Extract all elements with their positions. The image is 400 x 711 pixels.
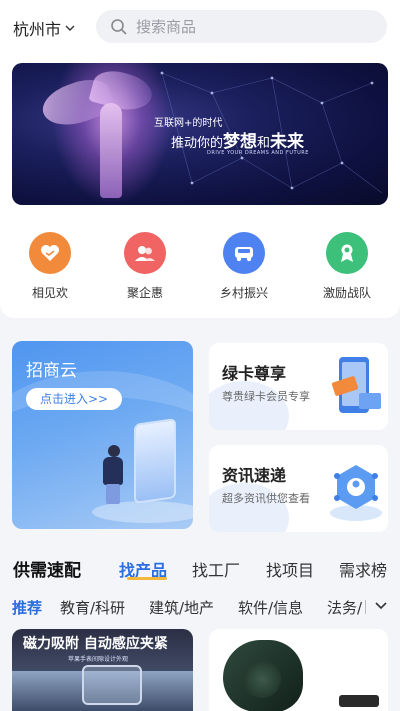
- quick-link-label: 乡村振兴: [219, 286, 268, 300]
- dryer-face: [243, 660, 281, 698]
- card-title: 绿卡尊享: [222, 364, 287, 383]
- people-icon: [124, 232, 166, 274]
- chevron-down-icon: [65, 25, 75, 31]
- person-body: [103, 457, 123, 485]
- active-tab-indicator: [127, 577, 167, 580]
- quick-link-juqihui[interactable]: 聚企惠: [105, 232, 185, 301]
- search-icon: [111, 18, 127, 35]
- banner-line3: DRIVE YOUR DREAMS AND FUTURE: [207, 150, 309, 156]
- category-software[interactable]: 软件/信息: [238, 597, 303, 618]
- hair-dryer-image: [223, 640, 303, 711]
- device-illustration: [82, 665, 142, 705]
- card-subtitle: 超多资讯供您查看: [222, 492, 310, 505]
- tab-demand-ranking[interactable]: 需求榜: [339, 557, 387, 581]
- banner[interactable]: 互联网+的时代 推动你的梦想和未来 DRIVE YOUR DREAMS AND …: [12, 63, 388, 205]
- heart-handshake-icon: [29, 232, 71, 274]
- header: 杭州市: [0, 8, 400, 44]
- tab-factories[interactable]: 找工厂: [192, 557, 240, 581]
- banner-line2-mid: 和: [257, 136, 271, 151]
- tab-projects[interactable]: 找项目: [266, 557, 314, 581]
- search-bar[interactable]: [96, 10, 387, 43]
- quick-link-jilizhandui[interactable]: 激励战队: [307, 232, 387, 301]
- zhaoshangyun-card[interactable]: 招商云 点击进入>>: [12, 341, 193, 529]
- card-title: 资讯速递: [222, 466, 287, 485]
- platform-decoration: [92, 501, 193, 523]
- product-subtitle: 苹果手表间隙设计外观: [68, 656, 129, 663]
- product-title: 磁力吸附 自动感应夹紧: [23, 636, 168, 652]
- card-title: 招商云: [26, 361, 77, 381]
- product-card[interactable]: [209, 629, 388, 711]
- product-card[interactable]: 磁力吸附 自动感应夹紧 苹果手表间隙设计外观: [12, 629, 193, 711]
- news-card[interactable]: 资讯速递 超多资讯供您查看: [209, 445, 388, 532]
- category-recommended[interactable]: 推荐: [12, 597, 42, 618]
- category-education[interactable]: 教育/科研: [60, 597, 125, 618]
- banner-line2-prefix: 推动你的: [171, 136, 224, 151]
- divider: [365, 600, 366, 614]
- phone-illustration: [134, 418, 176, 504]
- medal-icon: [326, 232, 368, 274]
- banner-line2-bold1: 梦想: [223, 132, 258, 152]
- banner-line2: 推动你的梦想和未来: [171, 127, 304, 152]
- quick-link-label: 相见欢: [31, 286, 68, 300]
- angel-figure: [100, 103, 122, 198]
- banner-line2-bold2: 未来: [270, 132, 305, 152]
- network-hub-icon: [330, 465, 382, 521]
- category-construction[interactable]: 建筑/地产: [149, 597, 214, 618]
- quick-link-label: 聚企惠: [126, 286, 163, 300]
- enter-button[interactable]: 点击进入>>: [26, 388, 122, 410]
- city-label: 杭州市: [13, 20, 62, 39]
- truck-icon: [223, 232, 265, 274]
- person-legs: [106, 484, 120, 504]
- green-card-card[interactable]: 绿卡尊享 尊贵绿卡会员专享: [209, 343, 388, 430]
- card-subtitle: 尊贵绿卡会员专享: [222, 390, 310, 403]
- phone-card-icon: [331, 357, 381, 413]
- person-illustration: [108, 445, 120, 457]
- category-legal[interactable]: 法务/: [327, 597, 362, 618]
- quick-link-xiangcunzhenxing[interactable]: 乡村振兴: [204, 232, 284, 301]
- nozzle-image: [339, 695, 379, 707]
- search-input[interactable]: [136, 17, 356, 36]
- quick-link-label: 激励战队: [322, 286, 371, 300]
- section-title: 供需速配: [13, 561, 81, 581]
- chevron-down-icon[interactable]: [374, 599, 388, 613]
- city-selector[interactable]: 杭州市: [13, 16, 75, 40]
- quick-link-xiangjianhuan[interactable]: 相见欢: [10, 232, 90, 301]
